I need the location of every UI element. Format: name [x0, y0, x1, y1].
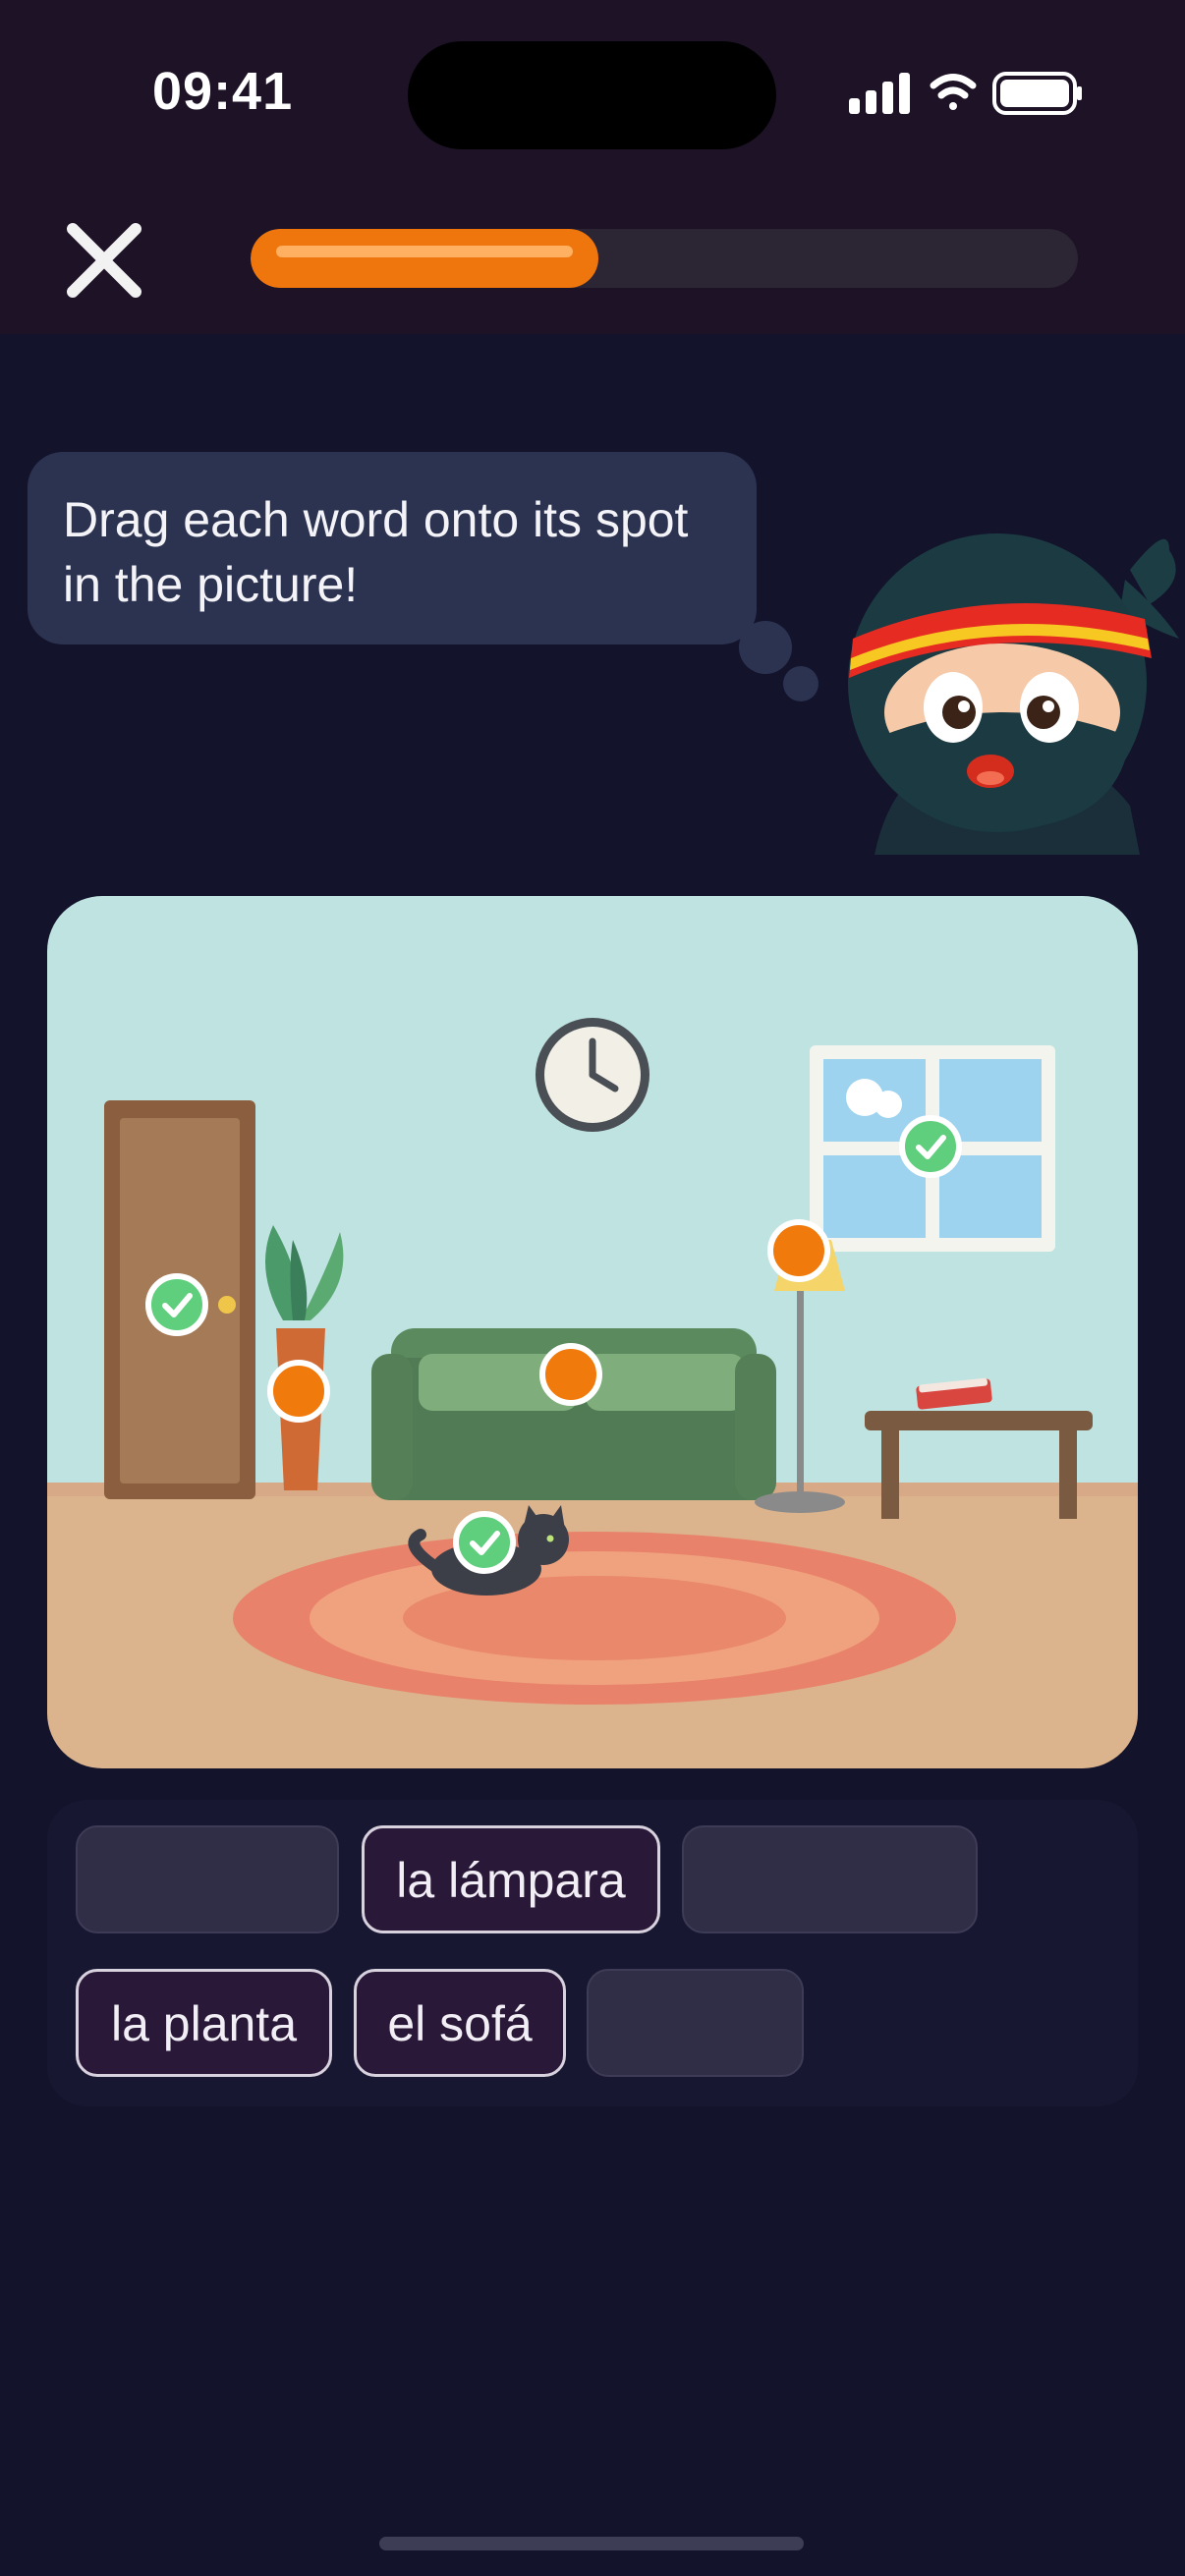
thought-dot-small [783, 666, 818, 701]
close-icon [67, 223, 141, 298]
word-slot-empty [76, 1825, 339, 1933]
clock [536, 1018, 649, 1132]
progress-bar [251, 229, 1078, 288]
progress-fill [251, 229, 598, 288]
thought-dot-large [739, 621, 792, 674]
spot-window[interactable] [899, 1115, 962, 1178]
close-button[interactable] [55, 211, 153, 309]
check-icon [470, 1531, 500, 1555]
home-indicator [379, 2537, 804, 2550]
spot-plant[interactable] [267, 1360, 330, 1423]
word-chip-la-planta[interactable]: la planta [76, 1969, 332, 2077]
spot-door[interactable] [145, 1273, 208, 1336]
spot-cat[interactable] [453, 1511, 516, 1574]
ninja-mascot [848, 533, 1179, 855]
check-icon [162, 1293, 193, 1317]
spot-lamp[interactable] [767, 1219, 830, 1282]
check-icon [916, 1135, 946, 1159]
dynamic-island [408, 41, 776, 149]
status-icons [849, 72, 1082, 115]
spot-sofa[interactable] [539, 1343, 602, 1406]
signal-icon [849, 73, 910, 114]
battery-icon [992, 72, 1082, 115]
scene-picture [47, 896, 1138, 1768]
instruction-bubble: Drag each word onto its spot in the pict… [28, 452, 757, 644]
status-time: 09:41 [152, 62, 294, 121]
word-chip-la-lampara[interactable]: la lámpara [362, 1825, 660, 1933]
progress-shine [276, 246, 573, 257]
word-slot-empty [587, 1969, 804, 2077]
wifi-icon [930, 74, 977, 110]
word-chip-el-sofa[interactable]: el sofá [354, 1969, 566, 2077]
word-slot-empty [682, 1825, 978, 1933]
